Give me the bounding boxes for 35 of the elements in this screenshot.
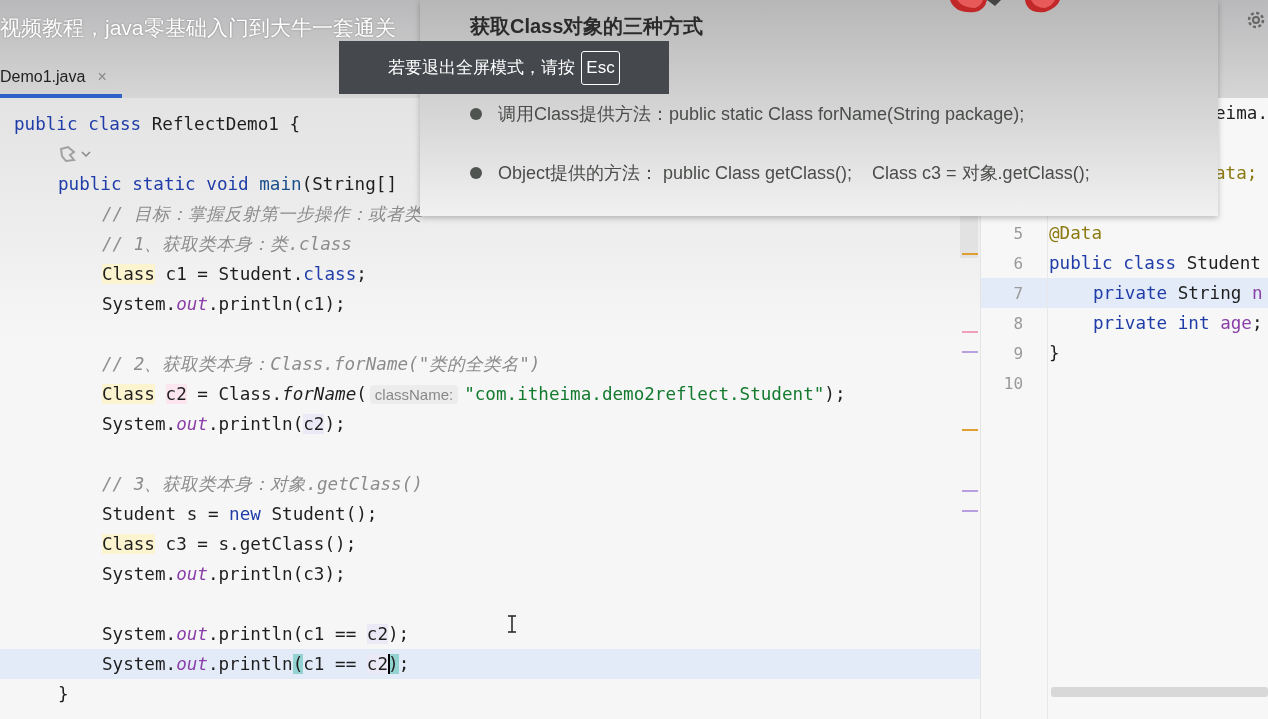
toast-message: 若要退出全屏模式，请按 <box>388 57 576 79</box>
code-text: System.out.println(c1 == c2); <box>102 654 410 674</box>
video-title: 视频教程，java零基础入门到大牛一套通关 <box>0 15 396 41</box>
esc-key: Esc <box>581 50 620 85</box>
line-number: 6 <box>1012 253 1025 273</box>
bullet-text: Object提供的方法： public Class getClass(); Class c3 = 对象.getClass(); <box>498 161 1090 185</box>
code-text: Class c1 = Student.class; <box>102 264 367 284</box>
code-text: // 1、获取类本身：类.class <box>102 233 352 256</box>
code-text: System.out.println(c3); <box>102 564 346 584</box>
code-text: // 2、获取类本身：Class.forName("类的全类名") <box>102 353 541 376</box>
code-text: Class c2 = Class.forName( <box>102 384 367 404</box>
line-number: 8 <box>1012 313 1025 333</box>
code-text: public class ReflectDemo1 { <box>14 114 300 134</box>
code-text: Student s = new Student(); <box>102 504 378 524</box>
line-number: 5 <box>1012 223 1025 243</box>
code-text: // 目标：掌握反射第一步操作：或者类 <box>102 203 422 226</box>
bullet-text: 调用Class提供方法：public static Class forName(String package); <box>498 102 1025 126</box>
code-text: Class c3 = s.getClass(); <box>102 534 357 554</box>
line-number: 9 <box>1012 343 1025 363</box>
code-text: System.out.println(c1 == c2); <box>102 624 410 644</box>
code-text: @Data <box>1049 223 1102 243</box>
slide-title: 获取Class对象的三种方式 <box>470 14 704 39</box>
code-text: public class Student <box>1049 253 1261 273</box>
code-text: System.out.println(c1); <box>102 294 346 314</box>
code-text: } <box>58 684 69 704</box>
code-text: private String n <box>1093 283 1263 303</box>
code-text: // 3、获取类本身：对象.getClass() <box>102 473 423 496</box>
code-text: } <box>1049 343 1060 363</box>
line-number: 10 <box>1002 373 1025 393</box>
line-number: 7 <box>1012 283 1025 303</box>
code-text: System.out.println(c2); <box>102 414 346 434</box>
code-text: private int age; <box>1093 313 1263 333</box>
code-text: public static void main(String[] <box>58 174 397 194</box>
code-text: "com.itheima.demo2reflect.Student"); <box>464 384 846 404</box>
inlay-hint: className: <box>369 384 459 404</box>
